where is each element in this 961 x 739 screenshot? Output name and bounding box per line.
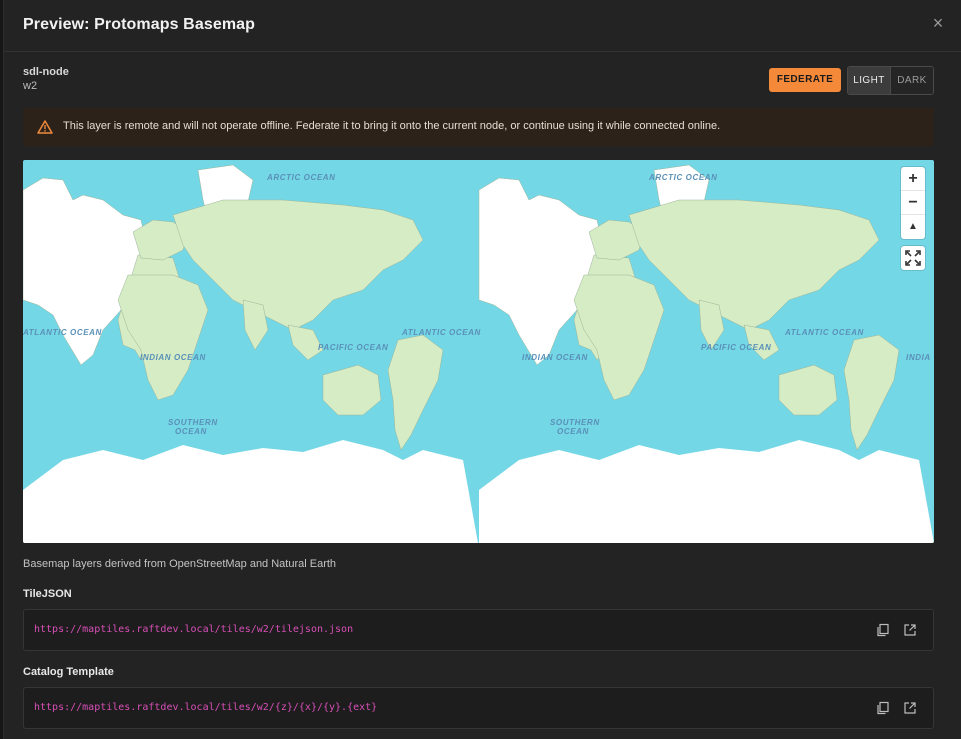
ocean-label: SOUTHERN OCEAN bbox=[168, 418, 218, 436]
warning-triangle-icon bbox=[37, 120, 53, 134]
catalog-url-box: https://maptiles.raftdev.local/tiles/w2/… bbox=[23, 687, 934, 729]
ocean-label: ATLANTIC OCEAN bbox=[23, 328, 102, 337]
open-external-icon[interactable] bbox=[903, 623, 917, 637]
theme-toggle: LIGHT DARK bbox=[847, 66, 934, 95]
catalog-template-label: Catalog Template bbox=[23, 666, 114, 678]
theme-dark-option[interactable]: DARK bbox=[891, 67, 933, 94]
modal-title: Preview: Protomaps Basemap bbox=[23, 16, 256, 33]
fullscreen-icon bbox=[905, 250, 921, 266]
world-map-graphic bbox=[23, 164, 934, 543]
catalog-url[interactable]: https://maptiles.raftdev.local/tiles/w2/… bbox=[34, 702, 377, 713]
node-name: sdl-node bbox=[23, 66, 69, 78]
tilejson-url-box: https://maptiles.raftdev.local/tiles/w2/… bbox=[23, 609, 934, 651]
zoom-out-button[interactable]: − bbox=[901, 191, 925, 215]
ocean-label: PACIFIC OCEAN bbox=[701, 343, 772, 352]
compass-button[interactable]: ▲ bbox=[901, 215, 925, 239]
ocean-label: PACIFIC OCEAN bbox=[318, 343, 389, 352]
copy-icon[interactable] bbox=[876, 623, 890, 637]
ocean-label: SOUTHERN OCEAN bbox=[550, 418, 600, 436]
ocean-label: ARCTIC OCEAN bbox=[267, 173, 336, 182]
map-attribution: Basemap layers derived from OpenStreetMa… bbox=[23, 558, 337, 570]
preview-modal: Preview: Protomaps Basemap × sdl-node w2… bbox=[3, 0, 961, 739]
remote-warning-banner: This layer is remote and will not operat… bbox=[23, 108, 934, 146]
tilejson-url[interactable]: https://maptiles.raftdev.local/tiles/w2/… bbox=[34, 624, 353, 635]
federate-button[interactable]: FEDERATE bbox=[769, 68, 841, 92]
ocean-label: ATLANTIC OCEAN bbox=[785, 328, 864, 337]
tilejson-label: TileJSON bbox=[23, 588, 72, 600]
ocean-label: ARCTIC OCEAN bbox=[649, 173, 718, 182]
map-nav-controls: + − ▲ bbox=[901, 167, 925, 239]
ocean-label: INDIAN OCEAN bbox=[522, 353, 588, 362]
zoom-in-button[interactable]: + bbox=[901, 167, 925, 191]
ocean-label: INDIA bbox=[906, 353, 931, 362]
theme-light-option[interactable]: LIGHT bbox=[848, 67, 891, 94]
open-external-icon[interactable] bbox=[903, 701, 917, 715]
modal-header: Preview: Protomaps Basemap × bbox=[4, 0, 961, 52]
close-button[interactable]: × bbox=[928, 12, 948, 34]
node-subtitle: w2 bbox=[23, 80, 38, 92]
ocean-label: INDIAN OCEAN bbox=[140, 353, 206, 362]
warning-text: This layer is remote and will not operat… bbox=[63, 120, 721, 132]
fullscreen-button[interactable] bbox=[901, 246, 925, 270]
ocean-label: ATLANTIC OCEAN bbox=[402, 328, 481, 337]
copy-icon[interactable] bbox=[876, 701, 890, 715]
map-preview[interactable]: ARCTIC OCEAN ARCTIC OCEAN ATLANTIC OCEAN… bbox=[23, 160, 934, 543]
